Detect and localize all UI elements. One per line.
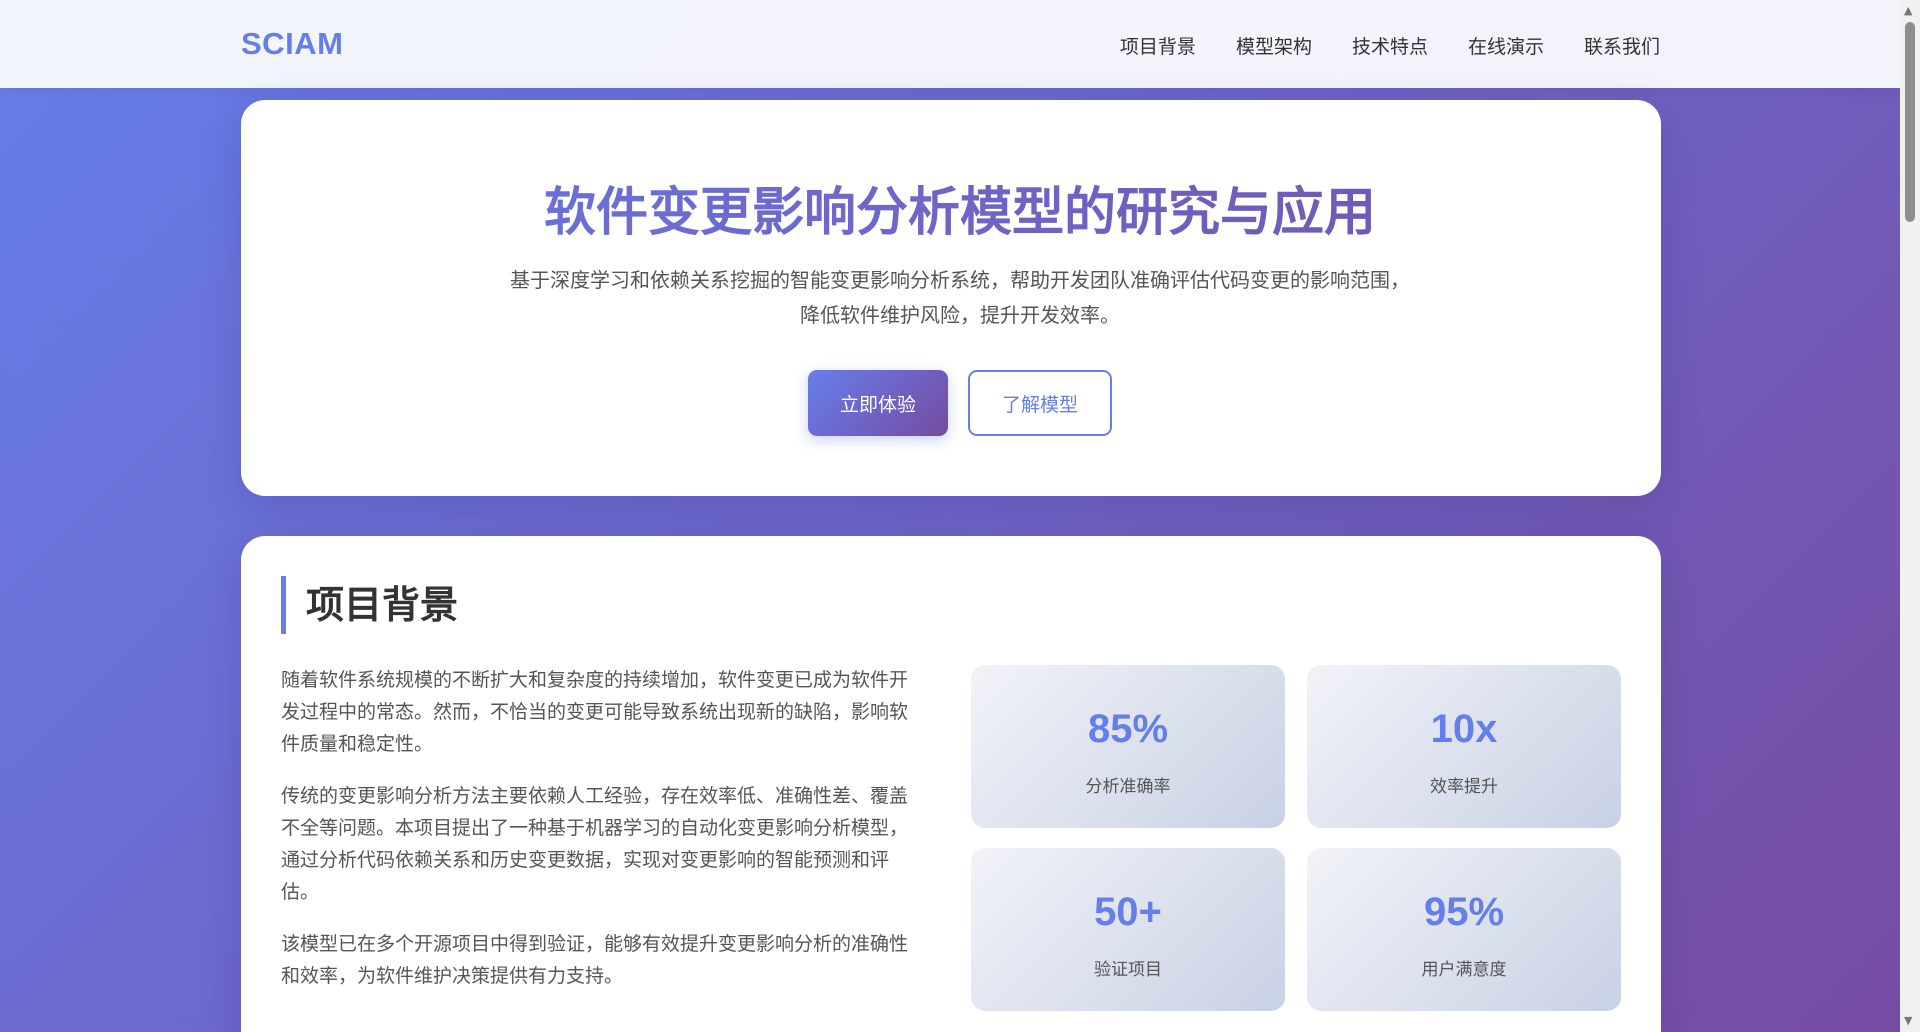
learn-model-button[interactable]: 了解模型	[968, 370, 1112, 436]
background-paragraph: 该模型已在多个开源项目中得到验证，能够有效提升变更影响分析的准确性和效率，为软件…	[281, 933, 909, 987]
nav-link-contact[interactable]: 联系我们	[1584, 32, 1660, 59]
hero-buttons: 立即体验 了解模型	[0, 370, 1920, 436]
stat-card-satisfaction: 95% 用户满意度	[1307, 848, 1621, 1011]
stat-label: 验证项目	[1094, 960, 1162, 980]
section-title-background: 项目背景	[281, 576, 458, 634]
stat-card-accuracy: 85% 分析准确率	[971, 665, 1285, 828]
nav-link-features[interactable]: 技术特点	[1352, 32, 1428, 59]
try-now-button[interactable]: 立即体验	[808, 370, 948, 436]
stat-value: 50+	[1094, 890, 1162, 934]
hero-subtitle: 基于深度学习和依赖关系挖掘的智能变更影响分析系统，帮助开发团队准确评估代码变更的…	[0, 263, 1920, 333]
stats-grid: 85% 分析准确率 10x 效率提升 50+ 验证项目 95% 用户满意度	[971, 665, 1621, 1011]
brand-logo[interactable]: SCIAM	[241, 26, 343, 62]
stat-value: 10x	[1430, 707, 1498, 751]
hero-subtitle-line1: 基于深度学习和依赖关系挖掘的智能变更影响分析系统，帮助开发团队准确评估代码变更的…	[510, 268, 1410, 292]
stat-label: 效率提升	[1430, 777, 1498, 797]
hero-title: 软件变更影响分析模型的研究与应用	[0, 170, 1920, 245]
stat-label: 用户满意度	[1421, 960, 1507, 980]
stat-value: 85%	[1087, 707, 1169, 751]
stat-value: 95%	[1423, 890, 1505, 934]
background-paragraph: 传统的变更影响分析方法主要依赖人工经验，存在效率低、准确性差、覆盖不全等问题。本…	[281, 785, 909, 903]
nav-link-background[interactable]: 项目背景	[1120, 32, 1196, 59]
top-navbar: SCIAM 项目背景 模型架构 技术特点 在线演示 联系我们	[0, 0, 1900, 88]
nav-link-architecture[interactable]: 模型架构	[1236, 32, 1312, 59]
scroll-up-arrow-icon[interactable]: ▲	[1904, 4, 1916, 18]
background-paragraph: 随着软件系统规模的不断扩大和复杂度的持续增加，软件变更已成为软件开发过程中的常态…	[281, 669, 909, 755]
hero-subtitle-line2: 降低软件维护风险，提升开发效率。	[800, 303, 1120, 327]
stat-card-efficiency: 10x 效率提升	[1307, 665, 1621, 828]
nav-links: 项目背景 模型架构 技术特点 在线演示 联系我们	[1120, 32, 1660, 59]
stat-label: 分析准确率	[1085, 777, 1171, 797]
nav-link-demo[interactable]: 在线演示	[1468, 32, 1544, 59]
scroll-down-arrow-icon[interactable]: ▼	[1904, 1014, 1916, 1028]
stat-card-projects: 50+ 验证项目	[971, 848, 1285, 1011]
page-scrollbar[interactable]: ▲ ▼	[1900, 0, 1920, 1032]
background-text: 随着软件系统规模的不断扩大和复杂度的持续增加，软件变更已成为软件开发过程中的常态…	[281, 664, 924, 1012]
scrollbar-thumb[interactable]	[1905, 22, 1915, 222]
